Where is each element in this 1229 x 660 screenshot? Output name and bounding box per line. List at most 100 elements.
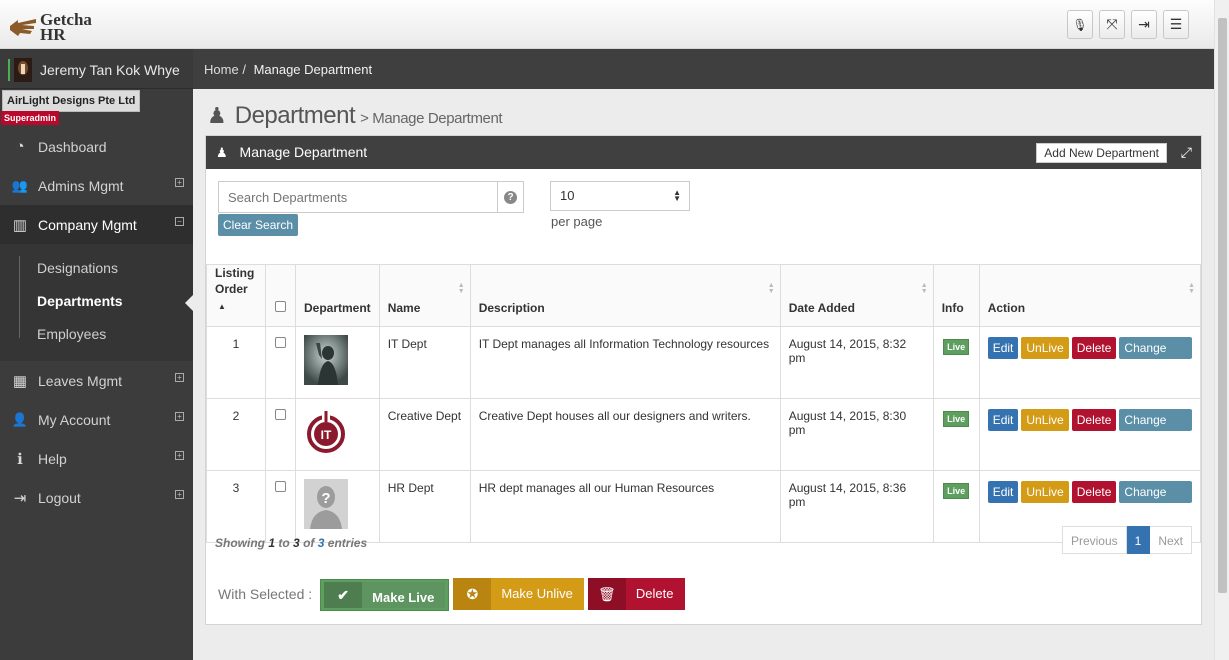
previous-page-button[interactable]: Previous — [1061, 526, 1127, 554]
entries-text: Showing — [215, 536, 265, 550]
vertical-scrollbar[interactable] — [1214, 0, 1229, 660]
name-cell: Creative Dept — [378, 398, 471, 471]
edit-button[interactable]: Edit — [987, 337, 1019, 359]
expand-icon[interactable]: + — [175, 490, 184, 499]
collapse-icon[interactable]: − — [175, 217, 184, 226]
column-header-name[interactable]: Name ▲ ▼ — [378, 264, 471, 327]
app-logo[interactable]: Getcha HR — [8, 8, 118, 44]
it-logo-image[interactable]: IT — [304, 407, 348, 457]
search-input[interactable] — [219, 182, 497, 212]
image-cell: IT — [295, 398, 380, 471]
column-header-select — [265, 264, 296, 327]
online-indicator — [8, 59, 10, 81]
unlive-button[interactable]: UnLive — [1021, 337, 1069, 359]
sidebar-subitem-employees[interactable]: Employees — [0, 320, 193, 353]
unlive-button[interactable]: UnLive — [1021, 481, 1069, 503]
make-unlive-button[interactable]: ✪ Make Unlive — [453, 578, 584, 610]
column-header-department: Department — [295, 264, 380, 327]
mic-button[interactable]: 🎙 — [1067, 10, 1093, 39]
sidebar-subitem-departments[interactable]: Departments — [0, 287, 193, 320]
edit-button[interactable]: Edit — [987, 409, 1019, 431]
change-order-button[interactable]: Change Order — [1119, 481, 1192, 521]
check-circle-icon: ✪ — [453, 578, 492, 610]
dashboard-icon: ◔ — [15, 138, 25, 155]
row-checkbox[interactable] — [275, 481, 286, 492]
unlive-button[interactable]: UnLive — [1021, 409, 1069, 431]
row-checkbox[interactable] — [275, 409, 286, 420]
bulk-actions: With Selected : ✔ Make Live ✪ Make Unliv… — [218, 577, 686, 611]
silhouette-image[interactable] — [304, 335, 348, 385]
sidebar-item-dashboard[interactable]: ◔ Dashboard — [0, 127, 193, 166]
sidebar-item-logout[interactable]: ⇥ Logout + — [0, 478, 193, 517]
scrollbar-thumb[interactable] — [1218, 18, 1227, 593]
clear-search-button[interactable]: Clear Search — [218, 214, 299, 236]
header-label: Name — [387, 301, 421, 315]
logout-icon: ⇥ — [13, 489, 27, 507]
expand-icon[interactable]: + — [175, 373, 184, 382]
sidebar-item-label: Help — [38, 450, 67, 467]
next-page-button[interactable]: Next — [1150, 526, 1192, 554]
breadcrumb-home[interactable]: Home — [204, 62, 239, 77]
edit-button[interactable]: Edit — [987, 481, 1019, 503]
change-order-button[interactable]: Change Order — [1119, 337, 1192, 377]
per-page-select[interactable]: 10 ▲ ▼ — [550, 181, 690, 211]
change-order-button[interactable]: Change Order — [1119, 409, 1192, 449]
user-row[interactable]: Jeremy Tan Kok Whye — [0, 49, 193, 89]
fullscreen-button[interactable]: ⤧ — [1099, 10, 1125, 39]
svg-text:?: ? — [321, 490, 330, 507]
role-badge: Superadmin — [1, 111, 60, 125]
calendar-icon: ▦ — [12, 372, 28, 390]
pagination: Previous 1 Next — [1061, 526, 1192, 554]
sidebar-subitem-designations[interactable]: Designations — [0, 254, 193, 287]
description-cell: IT Dept manages all Information Technolo… — [469, 326, 781, 399]
sidebar-item-leaves-mgmt[interactable]: ▦ Leaves Mgmt + — [0, 361, 193, 400]
live-badge: Live — [943, 411, 970, 427]
company-submenu: Designations Departments Employees — [0, 244, 193, 361]
sort-icon: ▲ ▼ — [457, 282, 465, 295]
with-selected-label: With Selected : — [218, 586, 313, 602]
image-cell: ? — [295, 470, 380, 543]
column-header-listing-order[interactable]: Listing Order ▲ — [206, 264, 266, 327]
column-header-action[interactable]: Action ▲ ▼ — [978, 264, 1202, 327]
select-all-checkbox[interactable] — [275, 301, 286, 312]
make-live-button[interactable]: ✔ Make Live — [320, 579, 450, 611]
page-1-button[interactable]: 1 — [1126, 526, 1151, 554]
delete-button[interactable]: Delete — [1071, 481, 1117, 503]
order-cell: 2 — [206, 398, 266, 471]
add-new-department-button[interactable]: Add New Department — [1036, 143, 1167, 163]
sidebar-item-help[interactable]: ℹ Help + — [0, 439, 193, 478]
live-badge: Live — [943, 339, 970, 355]
expand-icon[interactable]: + — [175, 178, 184, 187]
menu-button[interactable]: ☰ — [1163, 10, 1189, 39]
user-icon: 👤 — [11, 411, 29, 427]
logout-button[interactable]: ⇥ — [1131, 10, 1157, 39]
entries-info: Showing 1 to 3 of 3 entries — [215, 536, 367, 550]
sidebar-item-my-account[interactable]: 👤 My Account + — [0, 400, 193, 439]
svg-text:IT: IT — [321, 428, 332, 442]
search-help[interactable]: ? — [497, 182, 523, 212]
column-header-date-added[interactable]: Date Added ▲ ▼ — [779, 264, 934, 327]
description-cell: HR dept manages all our Human Resources — [469, 470, 781, 543]
logo-hand-icon — [10, 19, 36, 36]
user-name[interactable]: Jeremy Tan Kok Whye — [40, 62, 180, 78]
expand-icon[interactable]: + — [175, 451, 184, 460]
delete-button[interactable]: Delete — [1071, 337, 1117, 359]
expand-panel-icon[interactable]: ⤢ — [1181, 136, 1192, 169]
users-icon: 👥 — [11, 177, 29, 193]
info-icon: ℹ — [17, 450, 23, 468]
table-row: 3 ? HR Dept HR dept manages all our Huma… — [206, 470, 1202, 543]
expand-icon[interactable]: + — [175, 412, 184, 421]
manage-department-panel: ♟ Manage Department Add New Department ⤢… — [205, 135, 1202, 625]
sidebar-item-label: Dashboard — [38, 138, 107, 155]
action-cell: Edit UnLive Delete Change Order — [978, 398, 1202, 471]
search-box: ? — [218, 181, 524, 213]
table-row: 1 IT Dept IT Dept manages all Informatio… — [206, 326, 1202, 399]
bulk-delete-button[interactable]: 🗑 Delete — [587, 578, 686, 610]
delete-button[interactable]: Delete — [1071, 409, 1117, 431]
row-checkbox[interactable] — [275, 337, 286, 348]
sidebar-item-company-mgmt[interactable]: ▥ Company Mgmt − — [0, 205, 193, 244]
sidebar-item-admins-mgmt[interactable]: 👥 Admins Mgmt + — [0, 166, 193, 205]
make-unlive-label: Make Unlive — [491, 578, 584, 610]
column-header-description[interactable]: Description ▲ ▼ — [469, 264, 781, 327]
placeholder-avatar-image[interactable]: ? — [304, 479, 348, 529]
